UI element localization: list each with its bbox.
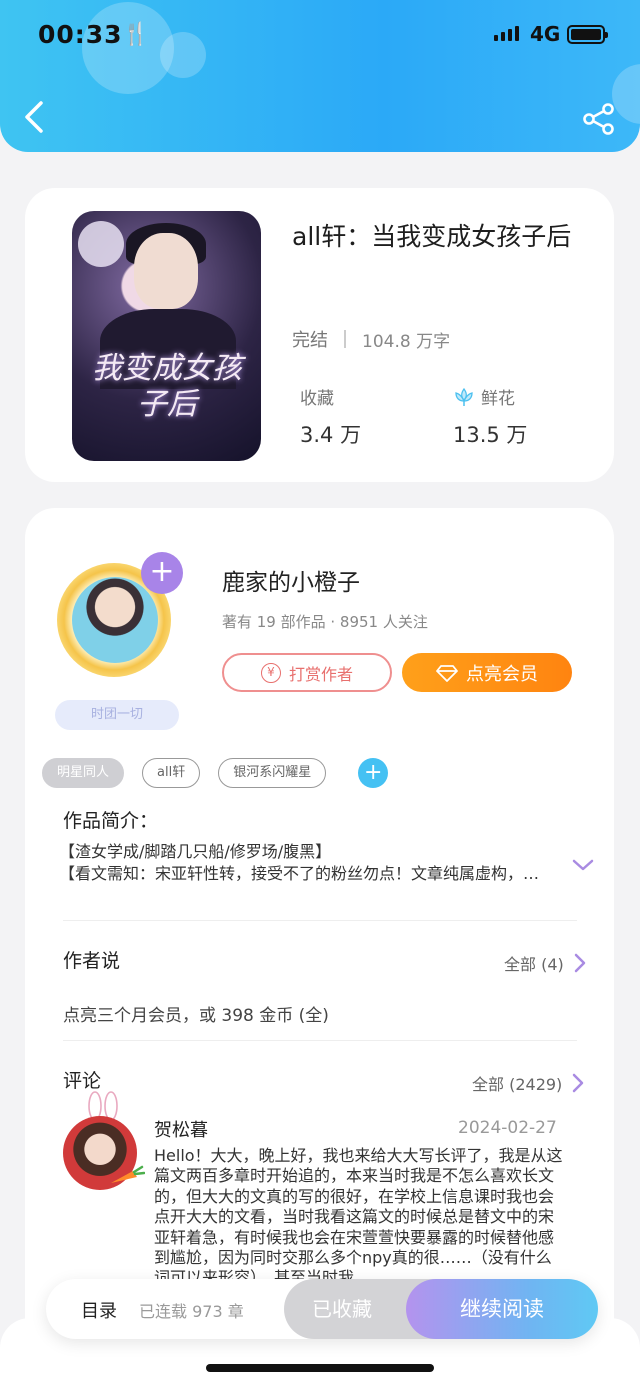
section-divider [63, 920, 577, 921]
author-says-heading: 作者说 [63, 950, 121, 972]
intro-heading: 作品简介： [63, 810, 159, 832]
share-icon[interactable] [582, 102, 616, 136]
chevron-right-icon [574, 953, 586, 973]
carrot-decor-icon [111, 1165, 145, 1183]
intro-text: 【渣女学成/脚踏几只船/修罗场/腹黑】 【看文需知：宋亚轩性转，接受不了的粉丝勿… [59, 841, 559, 885]
details-card: + 时团一切 鹿家的小橙子 著有 19 部作品 · 8951 人关注 ¥ 打赏作… [25, 508, 614, 1368]
decor-bubble [160, 32, 206, 78]
author-meta: 著有 19 部作品 · 8951 人关注 [222, 613, 428, 631]
battery-icon [567, 25, 608, 44]
chevron-right-icon [573, 1073, 584, 1093]
header-bar: 00:33 🍴 4G [0, 0, 640, 152]
book-cover[interactable]: 我变成女孩子后 [72, 211, 261, 461]
author-says-text: 点亮三个月会员，或 398 金币 (全) [63, 1006, 329, 1026]
author-name[interactable]: 鹿家的小橙子 [222, 563, 360, 597]
favorites-value: 3.4 万 [300, 423, 362, 447]
comments-heading: 评论 [63, 1070, 102, 1092]
tag-list: 明星同人 all轩 银河系闪耀星 + [42, 758, 389, 788]
comments-more-link[interactable]: 全部 (2429) [472, 1071, 584, 1095]
tag-chip[interactable]: all轩 [142, 758, 201, 788]
cover-moon-decor [78, 221, 124, 267]
more-label: 全部 (4) [504, 955, 564, 974]
reward-author-button[interactable]: ¥ 打赏作者 [222, 653, 392, 692]
yen-icon: ¥ [260, 662, 281, 683]
serial-chapter-count: 已连载 973 章 [139, 1302, 244, 1321]
tag-chip[interactable]: 明星同人 [42, 758, 125, 788]
completion-status: 完结 [292, 330, 328, 351]
cover-title-art: 我变成女孩子后 [92, 351, 242, 422]
flowers-stat: 鲜花 13.5 万 [453, 384, 527, 449]
decor-bubble [612, 64, 640, 124]
expand-chevron-icon[interactable] [572, 858, 594, 872]
continue-reading-button[interactable]: 继续阅读 [406, 1279, 598, 1339]
cover-face [134, 233, 198, 309]
status-time: 00:33 [38, 20, 123, 49]
network-type: 4G [530, 22, 561, 46]
author-avatar[interactable] [72, 577, 158, 663]
home-indicator[interactable] [206, 1364, 434, 1372]
back-arrow-icon[interactable] [20, 98, 50, 136]
fork-knife-icon: 🍴 [122, 22, 150, 47]
flower-icon [455, 387, 473, 406]
author-says-more-link[interactable]: 全部 (4) [504, 951, 586, 975]
book-info-card: 我变成女孩子后 all轩：当我变成女孩子后 完结 104.8 万字 收藏 3.4… [25, 188, 614, 482]
table-of-contents-button[interactable]: 目录 [81, 1297, 117, 1323]
comment-date: 2024-02-27 [458, 1118, 557, 1138]
favorites-label: 收藏 [300, 389, 334, 409]
vip-button[interactable]: 点亮会员 [402, 653, 572, 692]
section-divider [63, 1040, 577, 1041]
vip-label: 点亮会员 [466, 663, 538, 685]
word-count: 104.8 万字 [362, 331, 451, 352]
reward-label: 打赏作者 [288, 664, 353, 684]
intro-line: 【渣女学成/脚踏几只船/修罗场/腹黑】 [59, 842, 332, 861]
bottom-action-bar: 目录 已连载 973 章 已收藏 继续阅读 [46, 1279, 598, 1339]
tag-chip[interactable]: 银河系闪耀星 [218, 758, 327, 788]
flowers-value: 13.5 万 [453, 423, 528, 447]
flowers-label: 鲜花 [481, 389, 515, 409]
intro-line: 【看文需知：宋亚轩性转，接受不了的粉丝勿点！文章纯属虚构，请勿上升真人】 [59, 864, 541, 883]
signal-icon [494, 26, 519, 41]
divider [344, 330, 346, 348]
commenter-name[interactable]: 贺松暮 [154, 1116, 208, 1142]
favorites-stat: 收藏 3.4 万 [300, 384, 361, 449]
more-label: 全部 (2429) [472, 1075, 563, 1094]
follow-plus-button[interactable]: + [141, 552, 183, 594]
comment-text[interactable]: Hello！大大，晚上好，我也来给大大写长评了，我是从这篇文两百多章时开始追的，… [154, 1146, 566, 1280]
book-title: all轩：当我变成女孩子后 [292, 222, 572, 251]
author-slogan-badge: 时团一切 [55, 700, 179, 730]
book-status-row: 完结 104.8 万字 [292, 326, 450, 352]
diamond-icon [436, 664, 458, 682]
add-tag-button[interactable]: + [358, 758, 389, 788]
